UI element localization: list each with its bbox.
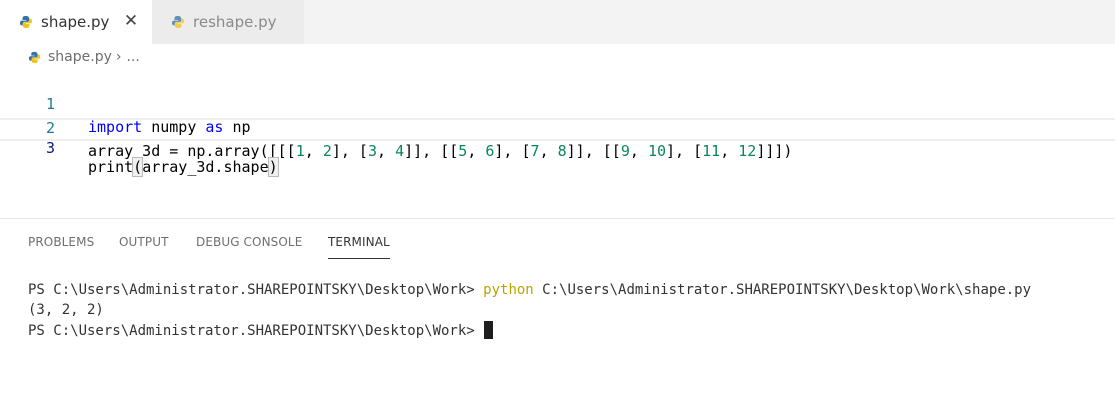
python-icon — [172, 16, 184, 28]
number-token: 8 — [557, 142, 567, 160]
terminal-line: (3, 2, 2) — [28, 301, 104, 320]
number-token: 2 — [322, 142, 332, 160]
terminal-command: python — [483, 282, 534, 298]
number-token: 3 — [367, 142, 377, 160]
tab-problems[interactable]: PROBLEMS — [28, 228, 94, 258]
number-token: 10 — [647, 142, 666, 160]
python-icon — [20, 16, 32, 28]
line-number: 3 — [45, 139, 55, 157]
code-token: , — [304, 142, 323, 160]
code-token: ], [ — [331, 142, 368, 160]
code-token: , — [629, 142, 648, 160]
number-token: 12 — [738, 142, 757, 160]
terminal[interactable]: PS C:\Users\Administrator.SHAREPOINTSKY\… — [0, 280, 1115, 405]
code-text: print(array_3d.shape) — [88, 157, 279, 177]
bracket-match: ( — [132, 157, 144, 177]
tab-output[interactable]: OUTPUT — [119, 228, 169, 258]
tab-terminal[interactable]: TERMINAL — [328, 228, 390, 259]
code-token: , — [377, 142, 396, 160]
number-token: 11 — [702, 142, 721, 160]
number-token: 9 — [620, 142, 630, 160]
code-token: , — [539, 142, 558, 160]
panel-divider[interactable] — [0, 218, 1115, 219]
tab-reshape-py[interactable]: reshape.py — [152, 0, 304, 44]
terminal-line: PS C:\Users\Administrator.SHAREPOINTSKY\… — [28, 321, 494, 340]
code-token: ]], [[ — [404, 142, 459, 160]
code-line: 2 array_3d = np.array([[[1, 2], [3, 4]],… — [0, 94, 1115, 160]
vscode-window: shape.py ✕ reshape.py shape.py › ... 1 i… — [0, 0, 1115, 405]
python-icon — [28, 51, 41, 63]
code-token: ]]]) — [756, 142, 793, 160]
code-line-current: 3 print(array_3d.shape) — [0, 118, 1115, 177]
terminal-command-arg: C:\Users\Administrator.SHAREPOINTSKY\Des… — [533, 282, 1032, 298]
code-editor[interactable]: 1 import numpy as np 2 array_3d = np.arr… — [0, 70, 1115, 218]
breadcrumb-symbols[interactable]: ... — [126, 49, 139, 65]
terminal-prompt: PS C:\Users\Administrator.SHAREPOINTSKY\… — [28, 323, 484, 339]
breadcrumb: shape.py › ... — [28, 46, 140, 68]
code-token: array_3d.shape — [142, 158, 269, 176]
code-token: , — [720, 142, 739, 160]
terminal-line: PS C:\Users\Administrator.SHAREPOINTSKY\… — [28, 281, 1031, 300]
tab-label: reshape.py — [193, 13, 277, 31]
tab-shape-py[interactable]: shape.py ✕ — [0, 0, 152, 44]
number-token: 5 — [458, 142, 468, 160]
terminal-cursor — [484, 321, 494, 339]
number-token: 1 — [295, 142, 305, 160]
panel-tab-bar: PROBLEMS OUTPUT DEBUG CONSOLE TERMINAL — [0, 228, 1115, 259]
number-token: 4 — [395, 142, 405, 160]
editor-tab-bar: shape.py ✕ reshape.py — [0, 0, 1115, 44]
code-token: ], [ — [666, 142, 703, 160]
tab-debug-console[interactable]: DEBUG CONSOLE — [196, 228, 302, 258]
code-token: , — [467, 142, 486, 160]
code-token: ]], [[ — [566, 142, 621, 160]
close-icon[interactable]: ✕ — [123, 12, 139, 30]
breadcrumb-file[interactable]: shape.py — [48, 49, 112, 65]
chevron-right-icon: › — [115, 49, 122, 65]
tab-label: shape.py — [41, 13, 110, 31]
code-token: ], [ — [494, 142, 531, 160]
number-token: 7 — [530, 142, 540, 160]
terminal-prompt: PS C:\Users\Administrator.SHAREPOINTSKY\… — [28, 282, 484, 298]
code-token: print — [88, 158, 134, 176]
code-line: 1 import numpy as np — [0, 70, 1115, 136]
terminal-output: (3, 2, 2) — [28, 302, 104, 318]
bracket-match: ) — [267, 157, 279, 177]
